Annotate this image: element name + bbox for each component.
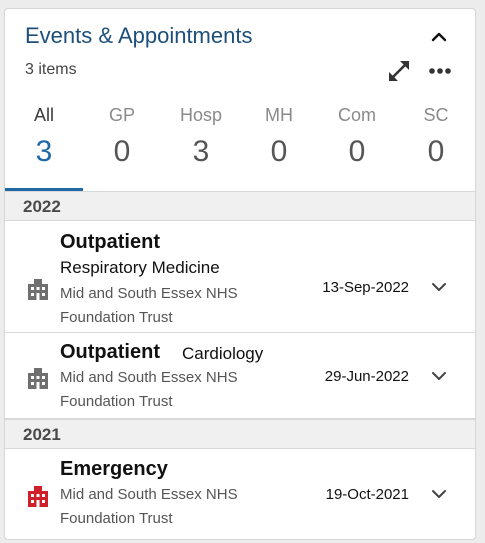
org-line: Mid and South Essex NHS — [60, 369, 238, 386]
year-group-header: 2022 — [5, 191, 475, 221]
tab-count: 3 — [192, 135, 210, 168]
event-date: 19-Oct-2021 — [325, 486, 409, 503]
tab-gp[interactable]: GP 0 — [83, 101, 161, 191]
event-organisation: Mid and South Essex NHS Foundation Trust — [60, 282, 280, 330]
event-type: Outpatient — [60, 231, 160, 253]
hospital-building-icon — [28, 368, 48, 389]
category-tabs: All 3 GP 0 Hosp 3 MH 0 Com 0 SC 0 — [5, 101, 475, 191]
event-date: 29-Jun-2022 — [324, 368, 409, 385]
tab-hosp[interactable]: Hosp 3 — [162, 101, 240, 191]
org-line: Foundation Trust — [60, 510, 173, 527]
tab-label: Com — [337, 105, 376, 125]
tab-all[interactable]: All 3 — [5, 101, 83, 191]
tab-count: 0 — [113, 135, 131, 168]
tab-label: MH — [265, 105, 293, 125]
tab-label: All — [33, 105, 54, 125]
event-type: Outpatient — [60, 341, 160, 363]
tab-label: GP — [108, 105, 135, 125]
tab-mh[interactable]: MH 0 — [240, 101, 318, 191]
tab-label: SC — [423, 105, 449, 125]
events-appointments-panel: Events & Appointments 3 items All 3 GP 0… — [4, 8, 476, 540]
year-group-header: 2021 — [5, 419, 475, 449]
more-icon[interactable] — [429, 67, 451, 75]
event-date: 13-Sep-2022 — [322, 279, 409, 296]
tab-label: Hosp — [179, 105, 223, 125]
event-organisation: Mid and South Essex NHS Foundation Trust — [60, 366, 280, 414]
org-line: Mid and South Essex NHS — [60, 486, 238, 503]
chevron-down-icon[interactable] — [431, 282, 447, 292]
event-type: Emergency — [60, 458, 168, 480]
year-label: 2022 — [23, 197, 61, 216]
event-row[interactable]: Outpatient Cardiology Mid and South Esse… — [5, 333, 475, 419]
item-count: 3 items — [25, 61, 77, 78]
event-row[interactable]: Emergency Mid and South Essex NHS Founda… — [5, 449, 475, 539]
org-line: Foundation Trust — [60, 309, 173, 326]
hospital-building-icon — [28, 279, 48, 300]
chevron-down-icon[interactable] — [431, 371, 447, 381]
year-label: 2021 — [23, 425, 61, 444]
tab-count: 0 — [427, 135, 445, 168]
panel-title: Events & Appointments — [25, 23, 253, 48]
chevron-up-icon[interactable] — [429, 29, 449, 45]
tab-count: 3 — [35, 135, 53, 168]
org-line: Foundation Trust — [60, 393, 173, 410]
hospital-building-icon — [28, 486, 48, 507]
event-specialty: Cardiology — [182, 344, 264, 363]
event-row[interactable]: Outpatient Respiratory Medicine Mid and … — [5, 221, 475, 333]
chevron-down-icon[interactable] — [431, 489, 447, 499]
tab-sc[interactable]: SC 0 — [397, 101, 475, 191]
tab-count: 0 — [270, 135, 288, 168]
tab-count: 0 — [348, 135, 366, 168]
org-line: Mid and South Essex NHS — [60, 285, 238, 302]
event-specialty: Respiratory Medicine — [60, 258, 220, 277]
tab-com[interactable]: Com 0 — [318, 101, 396, 191]
event-organisation: Mid and South Essex NHS Foundation Trust — [60, 483, 280, 531]
expand-icon[interactable] — [385, 57, 413, 85]
